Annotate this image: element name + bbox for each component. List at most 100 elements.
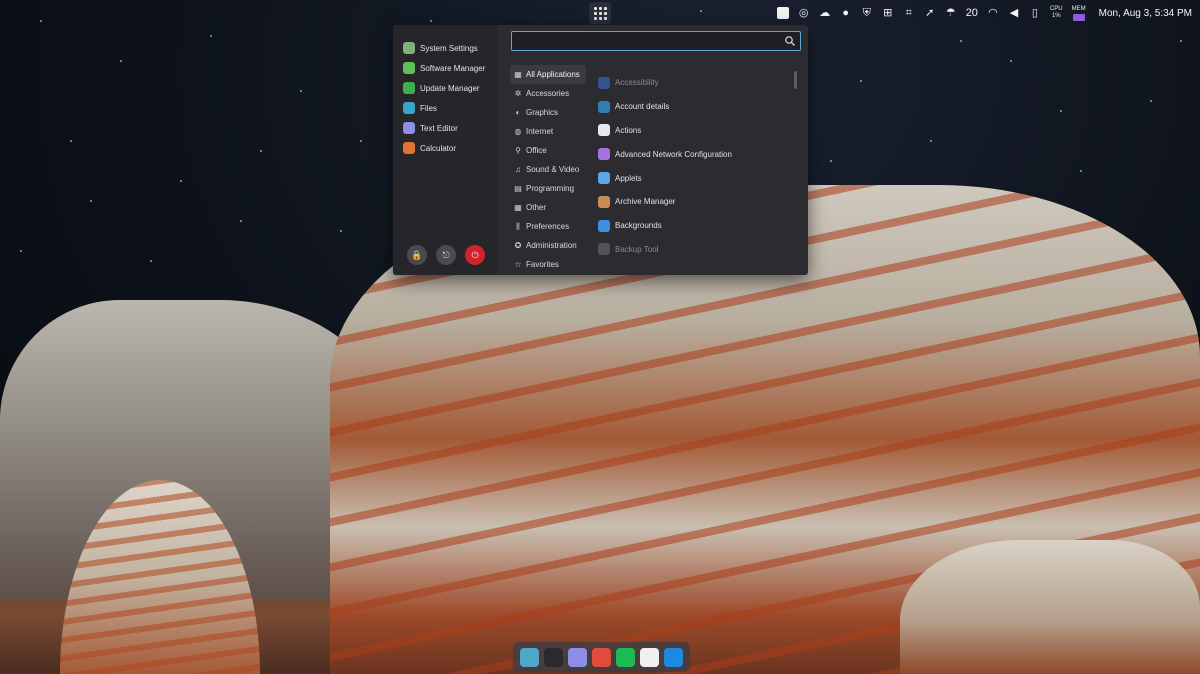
star xyxy=(70,140,72,142)
dock-text-editor[interactable] xyxy=(568,647,587,667)
vpn-icon[interactable]: ◎ xyxy=(798,7,810,19)
window-list-icon[interactable] xyxy=(776,7,789,19)
calculator-icon xyxy=(403,142,415,154)
favorite-item[interactable]: Software Manager xyxy=(403,58,485,78)
category-label: Internet xyxy=(526,127,554,136)
dock-spotify[interactable] xyxy=(616,647,635,667)
app-label: Advanced Network Configuration xyxy=(615,149,732,159)
category-item[interactable]: ◐ Graphics xyxy=(510,103,586,122)
category-item[interactable]: ⫼ Preferences xyxy=(510,217,586,236)
power-icon: ⏻ xyxy=(471,249,479,260)
star xyxy=(90,200,92,202)
logout-button[interactable]: ⎋ xyxy=(436,245,456,265)
spotify-tray-icon[interactable]: ● xyxy=(840,7,852,19)
star xyxy=(960,40,962,42)
preferences-icon: ⫼ xyxy=(516,221,520,231)
settings-icon xyxy=(403,42,415,54)
dock-chrome[interactable] xyxy=(592,647,611,667)
app-label: Accessibility xyxy=(615,78,659,88)
cloud-upload-icon[interactable]: ☁ xyxy=(819,7,831,19)
app-item[interactable]: Advanced Network Configuration xyxy=(598,142,788,166)
category-label: Favorites xyxy=(526,260,559,269)
category-item[interactable]: ☆ Favorites xyxy=(510,255,586,274)
category-item[interactable]: ⚲ Office xyxy=(510,141,586,160)
star xyxy=(340,230,342,232)
battery-icon[interactable]: ▯ xyxy=(1029,7,1041,19)
application-list: Accessibility Account details Actions Advan… xyxy=(598,71,788,261)
lock-button[interactable]: 🔒 xyxy=(407,245,427,265)
bucket-icon[interactable]: ⌗ xyxy=(903,7,915,19)
favorite-item[interactable]: Calculator xyxy=(403,138,485,158)
mem-meter[interactable]: MEM xyxy=(1072,6,1086,21)
dock-files[interactable] xyxy=(520,647,539,667)
app-item[interactable]: Applets xyxy=(598,166,788,190)
favorite-label: Update Manager xyxy=(420,83,480,93)
favorites-list: System Settings Software Manager Update Ma… xyxy=(403,38,485,158)
bluetooth-shield-icon[interactable]: ⛨ xyxy=(861,7,873,19)
category-label: All Applications xyxy=(526,70,580,79)
category-item[interactable]: ▦ Other xyxy=(510,198,586,217)
wifi-icon[interactable]: ◠ xyxy=(987,7,999,19)
sound-video-icon: ♫ xyxy=(515,165,521,174)
update-manager-icon xyxy=(403,82,415,94)
archive-manager-icon xyxy=(598,195,610,208)
volume-icon[interactable]: ◀ xyxy=(1008,7,1020,19)
app-item[interactable]: Actions xyxy=(598,119,788,143)
favorite-item[interactable]: Update Manager xyxy=(403,78,485,98)
category-label: Programming xyxy=(526,184,575,193)
app-item[interactable]: Account details xyxy=(598,95,788,119)
category-label: Sound & Video xyxy=(526,165,580,174)
favorite-label: Software Manager xyxy=(420,63,486,73)
category-item[interactable]: ✪ Administration xyxy=(510,236,586,255)
cpu-label: CPU xyxy=(1049,6,1063,12)
administration-icon: ✪ xyxy=(514,241,522,250)
cursor-icon[interactable]: ➚ xyxy=(924,7,936,19)
office-icon: ⚲ xyxy=(515,146,521,155)
graphics-icon: ◐ xyxy=(515,108,521,117)
lock-icon: 🔒 xyxy=(411,249,423,260)
dock-vscode[interactable] xyxy=(664,647,683,667)
category-item[interactable]: ✲ Accessories xyxy=(510,84,586,103)
folder-icon xyxy=(403,102,415,114)
star xyxy=(240,220,242,222)
favorite-item[interactable]: Files xyxy=(403,98,485,118)
app-item[interactable]: Backgrounds xyxy=(598,214,788,238)
favorite-item[interactable]: Text Editor xyxy=(403,118,485,138)
weather-icon[interactable]: ☂ xyxy=(945,7,957,19)
app-item[interactable]: Accessibility xyxy=(598,71,788,95)
app-list-scrollbar[interactable] xyxy=(794,71,797,89)
star xyxy=(180,180,182,182)
accessories-icon: ✲ xyxy=(514,89,522,98)
search-box xyxy=(511,31,801,51)
mem-bar xyxy=(1072,13,1085,21)
rock-right xyxy=(900,540,1200,674)
category-label: Accessories xyxy=(526,89,570,98)
cpu-value: 1% xyxy=(1051,13,1061,19)
software-manager-icon xyxy=(403,62,415,74)
dock-terminal[interactable] xyxy=(544,647,563,667)
account-icon xyxy=(598,100,610,113)
app-item[interactable]: Backup Tool xyxy=(598,238,788,262)
dock-window[interactable] xyxy=(640,647,659,667)
category-list: ▦ All Applications ✲ Accessories ◐ Graphics ◍ I… xyxy=(510,65,586,274)
category-item[interactable]: ◍ Internet xyxy=(510,122,586,141)
app-label: Archive Manager xyxy=(615,197,676,207)
cpu-meter[interactable]: CPU 1% xyxy=(1050,6,1063,20)
app-label: Applets xyxy=(615,173,642,183)
category-item[interactable]: ♫ Sound & Video xyxy=(510,160,586,179)
favorite-item[interactable]: System Settings xyxy=(403,38,485,58)
category-item[interactable]: ▤ Programming xyxy=(510,179,586,198)
search-icon[interactable] xyxy=(784,35,796,47)
search-input[interactable] xyxy=(512,33,772,51)
app-label: Actions xyxy=(615,125,642,135)
apps-grid-button[interactable] xyxy=(589,2,611,24)
power-button[interactable]: ⏻ xyxy=(465,245,485,265)
grid-applet-icon[interactable]: ⊞ xyxy=(882,7,894,19)
category-item[interactable]: ▦ All Applications xyxy=(510,65,586,84)
star xyxy=(1060,110,1062,112)
star xyxy=(300,90,302,92)
clock[interactable]: Mon, Aug 3, 5:34 PM xyxy=(1099,8,1192,19)
favorite-label: System Settings xyxy=(420,43,478,53)
star xyxy=(860,80,862,82)
app-item[interactable]: Archive Manager xyxy=(598,190,788,214)
